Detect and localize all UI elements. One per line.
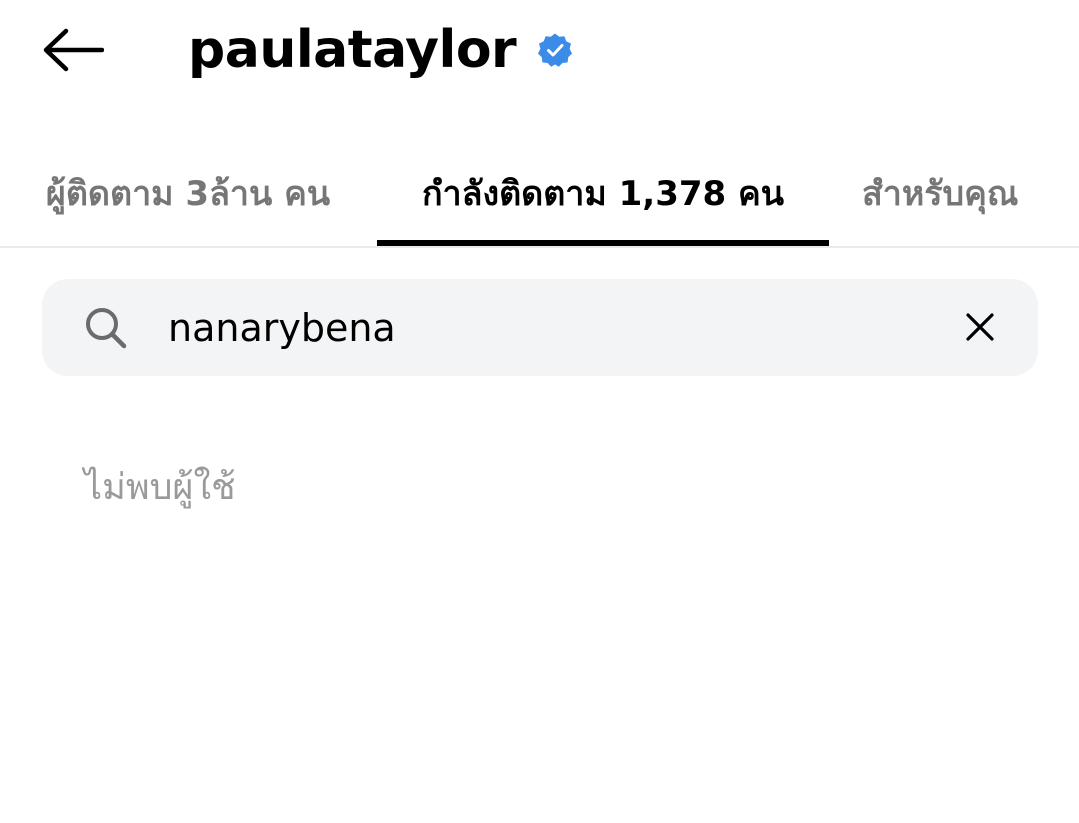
clear-search-button[interactable] [956,303,1004,351]
tab-followers[interactable]: ผู้ติดตาม 3ล้าน คน [0,140,376,246]
follow-tabs: ผู้ติดตาม 3ล้าน คน กำลังติดตาม 1,378 คน … [0,140,1079,248]
profile-title-group: paulataylor [188,14,574,86]
back-button[interactable] [40,22,106,78]
close-icon [966,313,994,341]
search-input[interactable] [168,292,928,364]
tab-following[interactable]: กำลังติดตาม 1,378 คน [377,140,829,246]
search-icon [86,308,127,349]
active-tab-indicator [377,240,829,246]
tab-for-you[interactable]: สำหรับคุณ [829,140,1079,246]
page-title: paulataylor [188,20,517,80]
verified-badge-icon [536,31,574,69]
top-bar: paulataylor [0,0,1079,110]
arrow-left-icon [43,28,104,72]
no-users-found-message: ไม่พบผู้ใช้ [84,467,236,508]
